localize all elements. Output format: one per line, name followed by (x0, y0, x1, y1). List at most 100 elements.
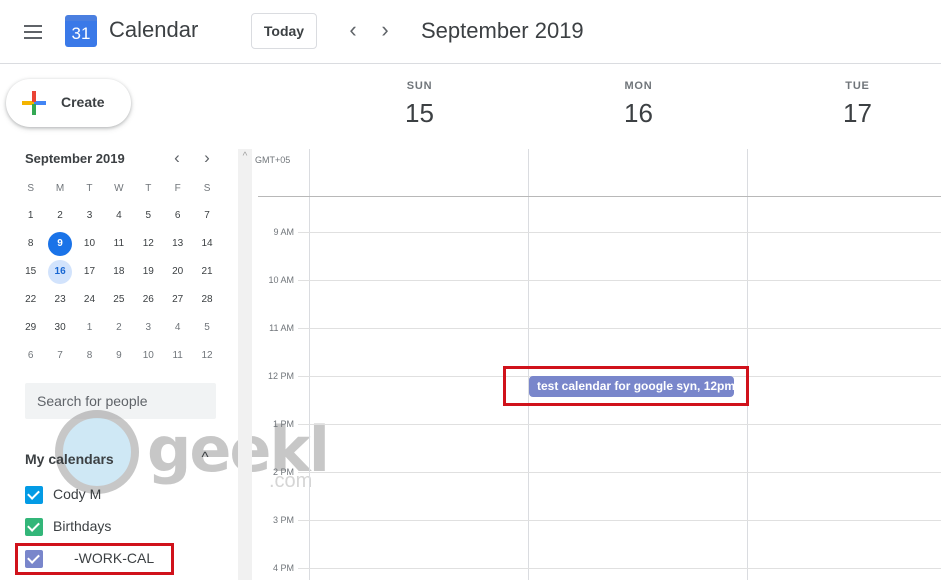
today-button[interactable]: Today (251, 13, 317, 49)
day-number: 13 (172, 238, 184, 249)
mini-calendar-day[interactable]: 30 (45, 314, 74, 342)
scroll-up-arrow-icon[interactable]: ^ (238, 149, 252, 163)
mini-calendar-day[interactable]: 13 (163, 230, 192, 258)
day-number: 18 (113, 266, 125, 277)
mini-calendar-day[interactable]: 15 (16, 258, 45, 286)
day-number: 12 (201, 350, 213, 361)
column-divider (747, 149, 748, 580)
event-chip[interactable]: test calendar for google syn, 12pm (529, 376, 734, 397)
mini-calendar-day[interactable]: 17 (75, 258, 104, 286)
mini-calendar-day-today[interactable]: 9 (45, 230, 74, 258)
day-number: 9 (116, 350, 122, 361)
period-title: September 2019 (421, 18, 584, 43)
day-number[interactable]: 15 (310, 98, 529, 129)
create-label: Create (61, 94, 105, 110)
day-number: 4 (174, 322, 181, 333)
mini-calendar-prev-button[interactable]: ‹ (166, 147, 188, 169)
checkbox-checked-icon[interactable] (25, 486, 43, 504)
calendar-item-birthdays[interactable]: Birthdays (25, 516, 215, 538)
calendar-item-work-cal[interactable]: -WORK-CAL (25, 548, 215, 570)
day-name: TUE (845, 80, 870, 92)
hour-label: 2 PM (272, 467, 294, 477)
mini-calendar-day[interactable]: 3 (134, 314, 163, 342)
create-button[interactable]: Create (6, 79, 131, 127)
day-number: 23 (54, 294, 66, 305)
mini-calendar-day[interactable]: 18 (104, 258, 133, 286)
day-name: SUN (406, 80, 433, 92)
day-number: 6 (27, 350, 34, 361)
mini-calendar-day[interactable]: 29 (16, 314, 45, 342)
mini-calendar-day[interactable]: 25 (104, 286, 133, 314)
mini-calendar: S M T W T F S 1 2 3 4 5 6 7 8 9 10 11 12 13 14 15 16 17 18 19 20 21… (16, 176, 222, 370)
day-number: 29 (25, 322, 37, 333)
calendar-item-cody-m[interactable]: Cody M (25, 484, 215, 506)
all-day-divider (258, 196, 941, 197)
vertical-scrollbar[interactable]: ^ (238, 149, 252, 580)
mini-calendar-day[interactable]: 6 (16, 342, 45, 370)
mini-calendar-day[interactable]: 10 (134, 342, 163, 370)
next-period-button[interactable]: › (370, 16, 400, 46)
weekday-label: T (86, 183, 93, 194)
mini-calendar-day[interactable]: 24 (75, 286, 104, 314)
mini-calendar-day[interactable]: 9 (104, 342, 133, 370)
search-people-input[interactable] (25, 383, 216, 419)
previous-period-button[interactable]: ‹ (338, 16, 368, 46)
checkbox-checked-icon[interactable] (25, 550, 43, 568)
mini-calendar-day[interactable]: 8 (16, 230, 45, 258)
mini-calendar-day[interactable]: 2 (45, 202, 74, 230)
hour-label: 1 PM (272, 419, 294, 429)
mini-calendar-day[interactable]: 22 (16, 286, 45, 314)
day-header-sun: SUN 15 (310, 80, 529, 129)
day-number: 12 (142, 238, 154, 249)
hour-gridline (298, 328, 941, 329)
mini-calendar-day-selected[interactable]: 16 (45, 258, 74, 286)
hour-gridline (298, 472, 941, 473)
hour-label: 9 AM (273, 227, 294, 237)
mini-calendar-day[interactable]: 8 (75, 342, 104, 370)
weekday-header-row: SMTWTFS (16, 176, 222, 202)
mini-calendar-day[interactable]: 12 (192, 342, 221, 370)
day-number[interactable]: 17 (748, 98, 941, 129)
mini-calendar-day[interactable]: 23 (45, 286, 74, 314)
day-number: 5 (204, 322, 210, 333)
mini-calendar-day[interactable]: 5 (192, 314, 221, 342)
mini-calendar-day[interactable]: 14 (192, 230, 221, 258)
mini-calendar-day[interactable]: 21 (192, 258, 221, 286)
mini-calendar-week: 6 7 8 9 10 11 12 (16, 342, 222, 370)
chevron-up-icon[interactable]: ^ (195, 447, 215, 467)
day-number: 3 (86, 210, 93, 221)
mini-calendar-day[interactable]: 3 (75, 202, 104, 230)
mini-calendar-day[interactable]: 1 (75, 314, 104, 342)
mini-calendar-day[interactable]: 2 (104, 314, 133, 342)
my-calendars-heading[interactable]: My calendars (25, 451, 114, 467)
checkbox-checked-icon[interactable] (25, 518, 43, 536)
hour-label: 12 PM (267, 371, 294, 381)
mini-calendar-day[interactable]: 12 (134, 230, 163, 258)
mini-calendar-day[interactable]: 20 (163, 258, 192, 286)
main-menu-button[interactable] (12, 12, 52, 52)
day-number: 5 (145, 210, 152, 221)
mini-calendar-day[interactable]: 26 (134, 286, 163, 314)
hour-gridline (298, 232, 941, 233)
mini-calendar-day[interactable]: 11 (163, 342, 192, 370)
mini-calendar-day[interactable]: 27 (163, 286, 192, 314)
mini-calendar-next-button[interactable]: › (196, 147, 218, 169)
mini-calendar-day[interactable]: 1 (16, 202, 45, 230)
mini-calendar-day[interactable]: 28 (192, 286, 221, 314)
mini-calendar-day[interactable]: 6 (163, 202, 192, 230)
mini-calendar-title: September 2019 (25, 151, 125, 166)
hamburger-icon (24, 25, 42, 27)
mini-calendar-day[interactable]: 5 (134, 202, 163, 230)
day-number: 11 (172, 350, 183, 361)
mini-calendar-day[interactable]: 11 (104, 230, 133, 258)
mini-calendar-day[interactable]: 19 (134, 258, 163, 286)
mini-calendar-day[interactable]: 4 (104, 202, 133, 230)
mini-calendar-day[interactable]: 7 (45, 342, 74, 370)
mini-calendar-day[interactable]: 7 (192, 202, 221, 230)
top-bar: 31 Calendar Today ‹ › September 2019 (0, 0, 941, 64)
mini-calendar-day[interactable]: 10 (75, 230, 104, 258)
day-number[interactable]: 16 (529, 98, 748, 129)
mini-calendar-day[interactable]: 4 (163, 314, 192, 342)
timezone-label: GMT+05 (255, 155, 291, 165)
column-divider (309, 149, 310, 580)
